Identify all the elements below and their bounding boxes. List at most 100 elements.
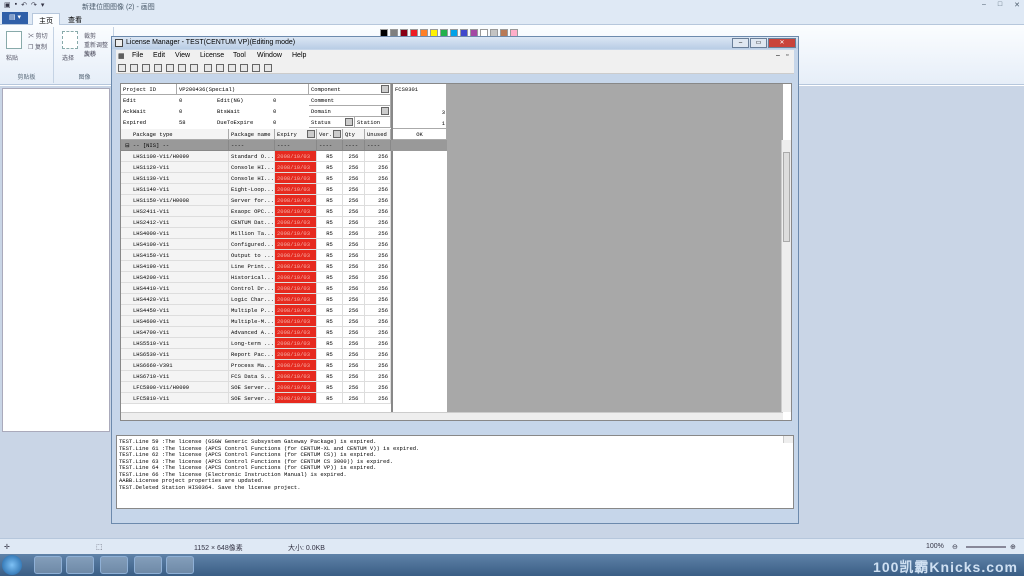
col-ver[interactable]: Ver.: [317, 129, 343, 140]
grid-vertical-scrollbar[interactable]: [781, 140, 791, 412]
minimize-icon[interactable]: –: [982, 1, 986, 9]
license-manager-taskbar-icon[interactable]: [134, 556, 162, 574]
mdi-minimize-icon[interactable]: –: [776, 52, 780, 59]
paint-taskbar-icon[interactable]: [166, 556, 194, 574]
close-icon[interactable]: ✕: [1014, 1, 1020, 9]
file-menu-button[interactable]: ▤ ▾: [2, 12, 28, 24]
table-row[interactable]: LHS4100-V11 Configured... 2008/10/03 R5 256 2…: [121, 239, 447, 250]
menu-file[interactable]: File: [132, 52, 143, 59]
package-icon[interactable]: [228, 64, 236, 72]
table-row[interactable]: LHS4150-V11 Output to ... 2008/10/03 R5 256 2…: [121, 250, 447, 261]
select-icon[interactable]: [62, 31, 78, 49]
menu-license[interactable]: License: [200, 52, 224, 59]
expiry-filter-icon[interactable]: [307, 130, 315, 138]
paste-button[interactable]: 粘贴: [6, 53, 18, 62]
crop-button[interactable]: 裁剪: [84, 31, 96, 40]
domain-dropdown-icon[interactable]: [381, 107, 389, 115]
copy-icon[interactable]: [130, 64, 138, 72]
table-row[interactable]: LHS6530-V11 Report Pac... 2008/10/03 R5 256 2…: [121, 349, 447, 360]
table-row[interactable]: LFC5810-V11 SOE Server... 2008/10/03 R5 256 2…: [121, 393, 447, 404]
menu-view[interactable]: View: [175, 52, 190, 59]
table-row[interactable]: LHS6660-V391 Process Ma... 2008/10/03 R5 256…: [121, 360, 447, 371]
col-qty[interactable]: Qty: [343, 129, 365, 140]
save-icon[interactable]: ▪: [15, 1, 17, 9]
lm-restore-icon[interactable]: ▭: [750, 38, 767, 48]
table-row[interactable]: LHS4450-V11 Multiple P... 2008/10/03 R5 256 2…: [121, 305, 447, 316]
menu-tool[interactable]: Tool: [233, 52, 246, 59]
menu-help[interactable]: Help: [292, 52, 306, 59]
cut-button[interactable]: ✂ 剪切: [28, 31, 48, 40]
station-icon[interactable]: [204, 64, 212, 72]
drawing-canvas[interactable]: [2, 88, 110, 432]
grid-horizontal-scrollbar[interactable]: [121, 412, 783, 420]
component-field[interactable]: Component: [309, 84, 391, 95]
zoom-in-icon[interactable]: ⊕: [1010, 543, 1016, 551]
customize-arrow-icon[interactable]: ▾: [41, 1, 45, 9]
domain-field[interactable]: Domain: [309, 106, 391, 117]
redo-icon[interactable]: ↷: [31, 1, 37, 9]
tab-view[interactable]: 查看: [62, 13, 88, 25]
delete-icon[interactable]: [190, 64, 198, 72]
menu-edit[interactable]: Edit: [153, 52, 165, 59]
menu-window[interactable]: Window: [257, 52, 282, 59]
monitor-icon[interactable]: [100, 556, 128, 574]
table-row[interactable]: LHS5510-V11 Long-term ... 2008/10/03 R5 256 2…: [121, 338, 447, 349]
media-player-icon[interactable]: [66, 556, 94, 574]
table-row[interactable]: LHS4700-V11 Advanced A... 2008/10/03 R5 256 2…: [121, 327, 447, 338]
table-row[interactable]: LHS4190-V11 Line Print... 2008/10/03 R5 256 2…: [121, 261, 447, 272]
undo-icon[interactable]: ↶: [21, 1, 27, 9]
lm-close-icon[interactable]: ✕: [768, 38, 796, 48]
tab-home[interactable]: 主页: [32, 13, 60, 25]
license-icon[interactable]: [216, 64, 224, 72]
status-field[interactable]: Status: [309, 117, 355, 128]
undo-icon[interactable]: [166, 64, 174, 72]
collapse-icon[interactable]: ⊟: [125, 142, 130, 149]
import-icon[interactable]: [240, 64, 248, 72]
table-row[interactable]: LHS4600-V11 Multiple-M... 2008/10/03 R5 256 2…: [121, 316, 447, 327]
status-dropdown-icon[interactable]: [345, 118, 353, 126]
col-expiry[interactable]: Expiry: [275, 129, 317, 140]
col-package-name[interactable]: Package name: [229, 129, 275, 140]
table-row[interactable]: LHS1150-V11/H0008 Server for... 2008/10/03…: [121, 195, 447, 206]
table-row[interactable]: LHS1100-V11/H0099 Standard O... 2008/10/03…: [121, 151, 447, 162]
find-icon[interactable]: [178, 64, 186, 72]
table-row[interactable]: LHS4000-V11 Million Ta... 2008/10/03 R5 256 2…: [121, 228, 447, 239]
folder-icon[interactable]: [34, 556, 62, 574]
report-icon[interactable]: [264, 64, 272, 72]
table-row[interactable]: LHS2411-V11 Exaopc OPC... 2008/10/03 R5 256 2…: [121, 206, 447, 217]
group-row[interactable]: ⊟ -- [NIS] -- ---- ---- ---- ---- ----: [121, 140, 447, 151]
cut-icon[interactable]: [142, 64, 150, 72]
zoom-slider[interactable]: [966, 546, 1006, 548]
paste-icon[interactable]: [6, 31, 22, 49]
table-row[interactable]: LHS2412-V11 CENTUM Dat... 2008/10/03 R5 256 2…: [121, 217, 447, 228]
maximize-icon[interactable]: □: [998, 1, 1002, 9]
ver-filter-icon[interactable]: [333, 130, 341, 138]
editng-label: Edit(NG): [217, 97, 244, 104]
row-expiry: 2008/10/03: [275, 250, 317, 261]
table-row[interactable]: LHS4420-V11 Logic Char... 2008/10/03 R5 256 2…: [121, 294, 447, 305]
table-row[interactable]: LFC5800-V11/H0099 SOE Server... 2008/10/03…: [121, 382, 447, 393]
mdi-restore-icon[interactable]: ▫: [786, 52, 788, 59]
col-unused[interactable]: Unused: [365, 129, 391, 140]
paste-icon[interactable]: [154, 64, 162, 72]
log-scrollbar[interactable]: [783, 436, 793, 443]
save-icon[interactable]: [118, 64, 126, 72]
grid-scroll-thumb[interactable]: [783, 152, 790, 242]
lm-minimize-icon[interactable]: –: [732, 38, 749, 48]
table-row[interactable]: LHS4200-V11 Historical... 2008/10/03 R5 256 2…: [121, 272, 447, 283]
select-button[interactable]: 选择: [62, 53, 74, 62]
table-row[interactable]: LHS1120-V11 Console HI... 2008/10/03 R5 256 2…: [121, 162, 447, 173]
export-icon[interactable]: [252, 64, 260, 72]
component-dropdown-icon[interactable]: [381, 85, 389, 93]
table-row[interactable]: LHS6710-V11 FCS Data S... 2008/10/03 R5 256 2…: [121, 371, 447, 382]
station-ok-cell[interactable]: OK: [393, 129, 447, 140]
zoom-out-icon[interactable]: ⊖: [952, 543, 958, 551]
table-row[interactable]: LHS1130-V11 Console HI... 2008/10/03 R5 256 2…: [121, 173, 447, 184]
copy-button[interactable]: ❐ 复制: [28, 42, 47, 51]
rotate-button[interactable]: 旋转: [84, 49, 96, 58]
col-package-type[interactable]: Package type: [121, 129, 229, 140]
message-log[interactable]: TEST.Line 59 :The license (GSGW Generic …: [116, 435, 794, 509]
start-button[interactable]: [2, 555, 22, 575]
table-row[interactable]: LHS4410-V11 Control Dr... 2008/10/03 R5 256 2…: [121, 283, 447, 294]
table-row[interactable]: LHS1140-V11 Eight-Loop... 2008/10/03 R5 256 2…: [121, 184, 447, 195]
